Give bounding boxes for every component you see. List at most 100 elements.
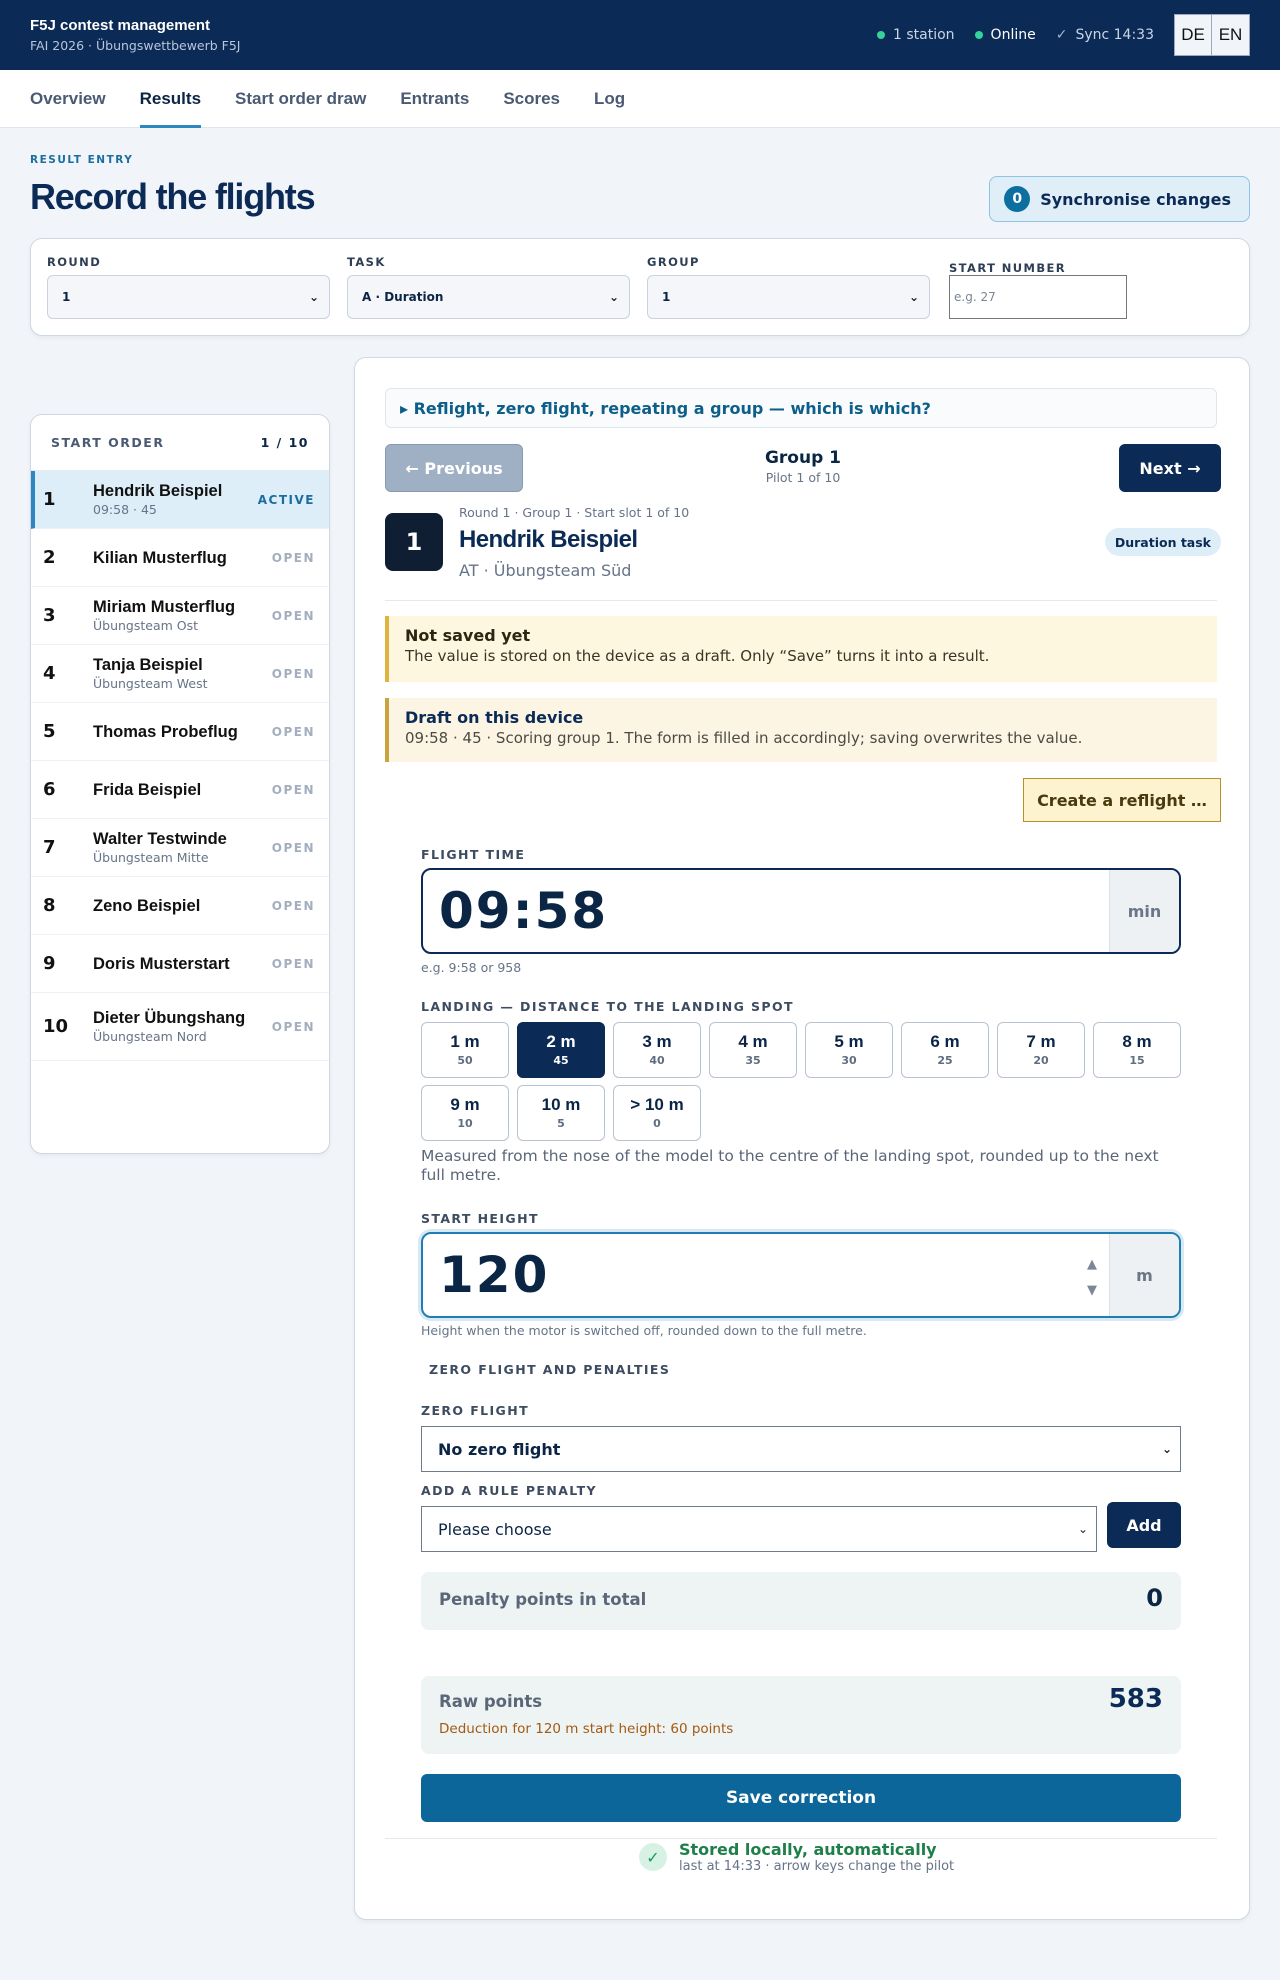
pilot-info: Frida Beispiel <box>93 781 272 799</box>
landing-option-button[interactable]: 1 m 50 <box>421 1022 509 1078</box>
pilot-name: Hendrik Beispiel <box>93 482 223 500</box>
pilot-subtitle: Übungsteam West <box>93 676 208 691</box>
check-icon: ✓ <box>1055 27 1068 43</box>
landing-option-button[interactable]: 7 m 20 <box>997 1022 1085 1078</box>
zero-flight-label: ZERO FLIGHT <box>421 1403 530 1418</box>
chevron-down-icon: ⌄ <box>608 290 619 304</box>
save-correction-button[interactable]: Save correction <box>421 1774 1181 1822</box>
draft-notice: Draft on this device 09:58 · 45 · Scorin… <box>385 698 1217 762</box>
rule-penalty-select[interactable]: Please choose ⌄ <box>421 1506 1097 1552</box>
landing-points: 5 <box>557 1117 565 1130</box>
start-order-row[interactable]: 3 Miriam Musterflug Übungsteam Ost OPEN <box>31 587 329 645</box>
start-order-row[interactable]: 1 Hendrik Beispiel 09:58 · 45 ACTIVE <box>31 471 329 529</box>
pilot-status-badge: OPEN <box>271 666 315 681</box>
task-select[interactable]: A · Duration ⌄ <box>347 275 630 319</box>
pilot-subtitle: 09:58 · 45 <box>93 502 157 517</box>
zero-flight-select[interactable]: No zero flight ⌄ <box>421 1426 1181 1472</box>
start-order-row[interactable]: 10 Dieter Übungshang Übungsteam Nord OPEN <box>31 993 329 1061</box>
start-order-row[interactable]: 9 Doris Musterstart OPEN <box>31 935 329 993</box>
landing-option-button[interactable]: > 10 m 0 <box>613 1085 701 1141</box>
landing-points: 50 <box>457 1054 473 1067</box>
brand: F5J contest management FAI 2026 · Übungs… <box>30 17 241 53</box>
pilot-start-number: 9 <box>43 953 56 974</box>
group-label: GROUP <box>647 255 700 269</box>
chevron-down-icon: ⌄ <box>1077 1522 1088 1536</box>
start-order-row[interactable]: 8 Zeno Beispiel OPEN <box>31 877 329 935</box>
pilot-status-badge: OPEN <box>271 608 315 623</box>
landing-option-button[interactable]: 9 m 10 <box>421 1085 509 1141</box>
pilot-name: Frida Beispiel <box>93 780 202 799</box>
sync-button-label: Synchronise changes <box>1040 189 1231 209</box>
sync-count-badge: 0 <box>1004 186 1031 212</box>
spinner-arrows-icon[interactable]: ▲ ▼ <box>1087 1252 1097 1304</box>
top-status: 1 station Online ✓ Sync 14:33 DE EN <box>877 14 1250 56</box>
notice-text: 09:58 · 45 · Scoring group 1. The form i… <box>405 729 1083 747</box>
tab-scores[interactable]: Scores <box>503 70 560 128</box>
notice-title: Draft on this device <box>405 708 584 727</box>
pilot-start-number: 7 <box>43 837 56 858</box>
status-dot-icon <box>877 31 885 39</box>
not-saved-notice: Not saved yet The value is stored on the… <box>385 616 1217 682</box>
next-pilot-button[interactable]: Next → <box>1119 444 1221 492</box>
start-order-row[interactable]: 2 Kilian Musterflug OPEN <box>31 529 329 587</box>
pilot-subtitle: Übungsteam Nord <box>93 1029 207 1044</box>
tab-results[interactable]: Results <box>139 70 202 128</box>
group-select[interactable]: 1 ⌄ <box>647 275 930 319</box>
rule-penalty-label: ADD A RULE PENALTY <box>421 1483 597 1498</box>
lang-en-button[interactable]: EN <box>1212 14 1250 56</box>
reflight-help-toggle[interactable]: ▸ Reflight, zero flight, repeating a gro… <box>385 388 1217 428</box>
chevron-down-icon: ⌄ <box>1161 1442 1172 1456</box>
landing-option-button[interactable]: 6 m 25 <box>901 1022 989 1078</box>
start-order-row[interactable]: 6 Frida Beispiel OPEN <box>31 761 329 819</box>
pilot-info: Doris Musterstart <box>93 955 272 973</box>
start-number-input[interactable]: e.g. 27 <box>949 275 1127 319</box>
landing-option-button[interactable]: 10 m 5 <box>517 1085 605 1141</box>
group-indicator: Group 1 Pilot 1 of 10 <box>655 448 951 485</box>
penalty-total-value: 0 <box>1146 1584 1163 1612</box>
check-icon: ✓ <box>639 1843 667 1871</box>
task-badge: Duration task <box>1104 528 1221 556</box>
start-order-row[interactable]: 5 Thomas Probeflug OPEN <box>31 703 329 761</box>
round-select[interactable]: 1 ⌄ <box>47 275 330 319</box>
tab-overview[interactable]: Overview <box>30 70 106 128</box>
start-height-input[interactable]: 120 ▲ ▼ m <box>421 1232 1181 1318</box>
zero-flight-value: No zero flight <box>438 1439 561 1459</box>
landing-option-button[interactable]: 4 m 35 <box>709 1022 797 1078</box>
landing-distance: 5 m <box>834 1032 864 1051</box>
tab-entrants[interactable]: Entrants <box>400 70 469 128</box>
tab-log[interactable]: Log <box>594 70 625 128</box>
landing-option-button[interactable]: 8 m 15 <box>1093 1022 1181 1078</box>
synchronise-button[interactable]: 0 Synchronise changes <box>989 176 1250 222</box>
pilot-info: Walter Testwinde Übungsteam Mitte <box>93 830 272 865</box>
landing-option-button[interactable]: 5 m 30 <box>805 1022 893 1078</box>
chevron-down-icon: ⌄ <box>308 290 319 304</box>
landing-distance: 6 m <box>930 1032 960 1051</box>
lang-de-button[interactable]: DE <box>1174 14 1212 56</box>
pilot-status-badge: OPEN <box>271 840 315 855</box>
start-height-hint: Height when the motor is switched off, r… <box>421 1323 867 1338</box>
pilot-name: Dieter Übungshang <box>93 1009 246 1027</box>
landing-distance: > 10 m <box>630 1095 684 1114</box>
language-switcher: DE EN <box>1174 14 1250 56</box>
pilot-start-number: 4 <box>43 663 56 684</box>
landing-option-button[interactable]: 3 m 40 <box>613 1022 701 1078</box>
pilot-status-badge: OPEN <box>271 782 315 797</box>
pilot-start-number: 6 <box>43 779 56 800</box>
start-order-row[interactable]: 7 Walter Testwinde Übungsteam Mitte OPEN <box>31 819 329 877</box>
penalty-total-label: Penalty points in total <box>439 1590 647 1609</box>
notice-title: Not saved yet <box>405 626 531 645</box>
previous-pilot-button[interactable]: ← Previous <box>385 444 523 492</box>
group-subtitle: Pilot 1 of 10 <box>765 470 841 485</box>
sync-status: ✓ Sync 14:33 <box>1056 27 1154 43</box>
task-label: TASK <box>347 255 386 269</box>
pilot-name: Miriam Musterflug <box>93 598 236 616</box>
pilot-subtitle: Übungsteam Ost <box>93 618 199 633</box>
add-penalty-button[interactable]: Add <box>1107 1502 1181 1548</box>
flight-time-input[interactable]: 09:58 min <box>421 868 1181 954</box>
tab-start-order-draw[interactable]: Start order draw <box>235 70 366 128</box>
chevron-down-icon: ⌄ <box>908 290 919 304</box>
landing-points: 0 <box>653 1117 661 1130</box>
start-order-row[interactable]: 4 Tanja Beispiel Übungsteam West OPEN <box>31 645 329 703</box>
landing-option-button[interactable]: 2 m 45 <box>517 1022 605 1078</box>
create-reflight-button[interactable]: Create a reflight … <box>1023 778 1221 822</box>
